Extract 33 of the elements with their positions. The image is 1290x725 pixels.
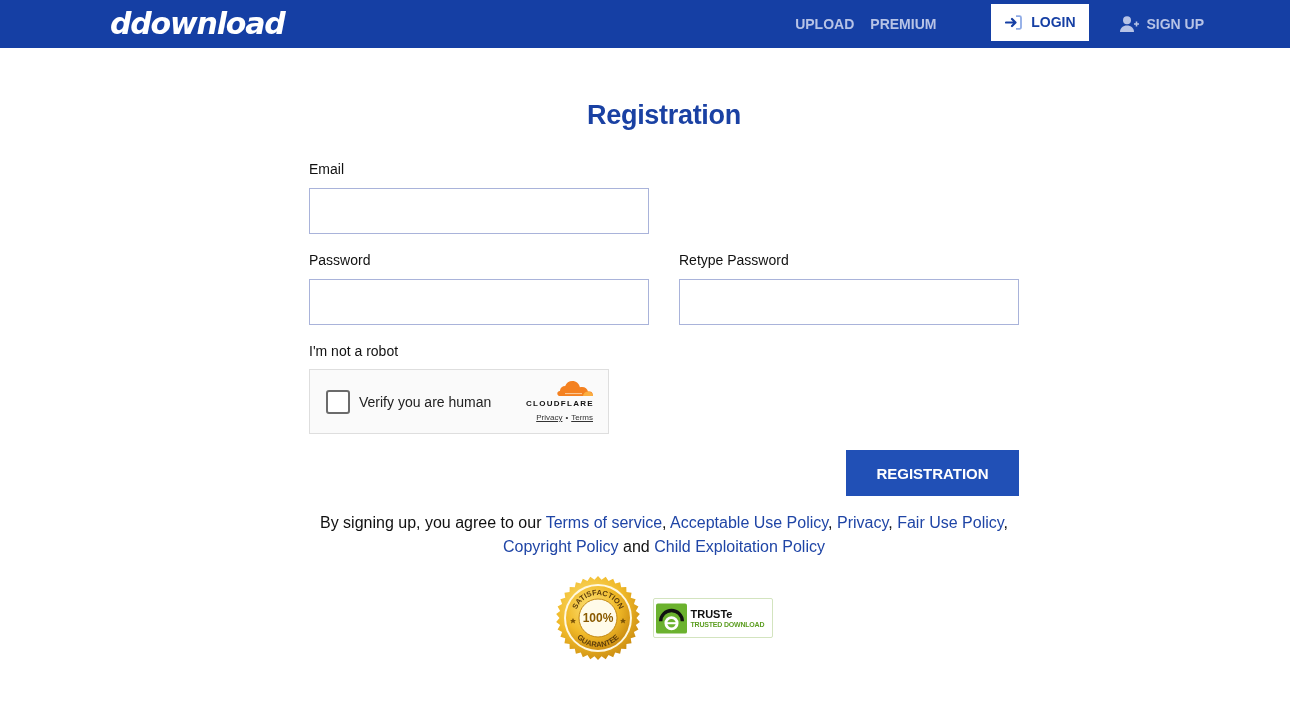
nav-link[interactable]: PREMIUM [870,15,937,33]
policy-link[interactable]: Acceptable Use Policy [670,514,829,531]
input-field[interactable] [309,279,649,325]
user-plus-icon [1120,16,1141,32]
small-link[interactable]: Terms [571,412,593,423]
brand-wordmark: CLOUDFLARE [525,398,594,409]
input-field[interactable] [679,279,1019,325]
terms-agreement-text: By signing up, you agree to our Terms of service, Acceptable Use Policy, Privacy, Fair Use Policy, Copyright Policy and Child Exploitation Policy [319,513,1009,557]
policy-link[interactable]: Child Exploitation Policy [654,538,825,555]
captcha-checkbox[interactable] [326,389,350,414]
nav-link[interactable]: UPLOAD [795,15,855,33]
login-button[interactable]: LOGIN [991,3,1090,41]
cloud-icon [557,380,593,396]
badge-title: TRUSTe [690,607,733,620]
policy-link[interactable]: Privacy [837,514,889,531]
field-label: I'm not a robot [309,342,399,360]
page-title: Registration [587,99,741,132]
input-field[interactable] [309,188,649,234]
checkbox-label: Verify you are human [359,393,492,410]
link-separator: • [565,412,569,423]
field-label: Email [309,160,344,178]
registration-button[interactable]: REGISTRATION [846,450,1019,496]
sign-in-icon [1005,14,1023,30]
field-label: Retype Password [679,251,789,269]
logo[interactable]: ddownload [110,7,285,41]
policy-link[interactable]: Fair Use Policy [897,514,1004,531]
policy-link[interactable]: Copyright Policy [503,538,619,555]
small-link[interactable]: Privacy [536,412,563,423]
sign-up-link[interactable]: SIGN UP [1120,16,1204,32]
policy-link[interactable]: Terms of service [545,514,663,531]
field-label: Password [309,251,371,269]
truste-logo-icon [655,602,687,634]
seal-text: 100% [582,611,613,625]
